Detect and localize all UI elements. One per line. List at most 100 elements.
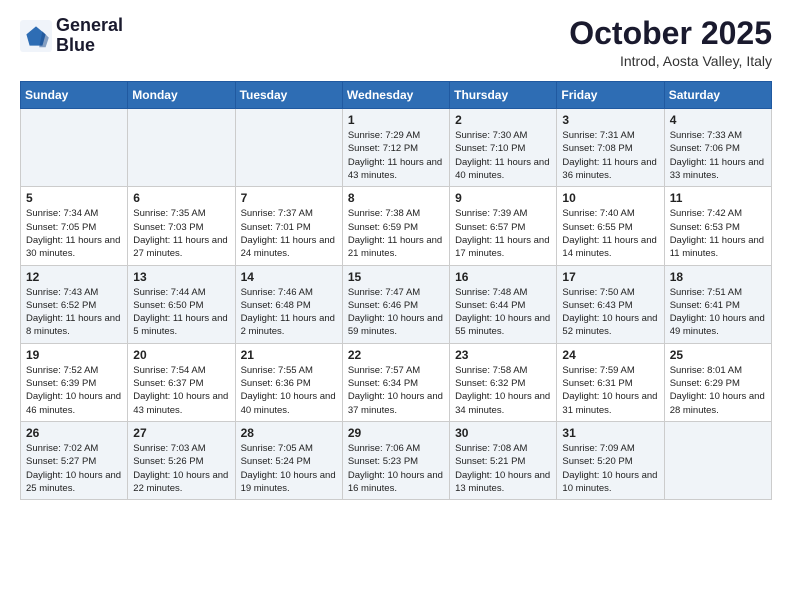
table-row: 25 Sunrise: 8:01 AM Sunset: 6:29 PM Dayli… (664, 343, 771, 421)
table-row (128, 109, 235, 187)
title-block: October 2025 Introd, Aosta Valley, Italy (569, 16, 772, 69)
day-number: 10 (562, 191, 658, 205)
calendar-week-row: 1Sunrise: 7:29 AM Sunset: 7:12 PM Daylig… (21, 109, 772, 187)
day-number: 4 (670, 113, 766, 127)
col-friday: Friday (557, 82, 664, 109)
day-info: Sunrise: 7:34 AM Sunset: 7:05 PM Dayligh… (26, 207, 122, 260)
day-number: 7 (241, 191, 337, 205)
day-info: Sunrise: 8:01 AM Sunset: 6:29 PM Dayligh… (670, 364, 766, 417)
table-row: 15Sunrise: 7:47 AM Sunset: 6:46 PM Dayli… (342, 265, 449, 343)
col-monday: Monday (128, 82, 235, 109)
table-row (235, 109, 342, 187)
day-number: 26 (26, 426, 122, 440)
day-number: 28 (241, 426, 337, 440)
table-row: 21 Sunrise: 7:55 AM Sunset: 6:36 PM Dayli… (235, 343, 342, 421)
day-number: 21 (241, 348, 337, 362)
day-info: Sunrise: 7:35 AM Sunset: 7:03 PM Dayligh… (133, 207, 229, 260)
day-number: 13 (133, 270, 229, 284)
table-row: 23 Sunrise: 7:58 AM Sunset: 6:32 PM Dayli… (450, 343, 557, 421)
day-info: Sunrise: 7:05 AM Sunset: 5:24 PM Dayligh… (241, 442, 337, 495)
table-row: 24Sunrise: 7:59 AM Sunset: 6:31 PM Dayli… (557, 343, 664, 421)
table-row: 30Sunrise: 7:08 AM Sunset: 5:21 PM Dayli… (450, 421, 557, 499)
day-number: 8 (348, 191, 444, 205)
logo-line1: General (56, 16, 123, 36)
day-number: 3 (562, 113, 658, 127)
day-info: Sunrise: 7:52 AM Sunset: 6:39 PM Dayligh… (26, 364, 122, 417)
day-number: 29 (348, 426, 444, 440)
day-info: Sunrise: 7:47 AM Sunset: 6:46 PM Dayligh… (348, 286, 444, 339)
table-row: 11 Sunrise: 7:42 AM Sunset: 6:53 PM Dayli… (664, 187, 771, 265)
page: General Blue October 2025 Introd, Aosta … (0, 0, 792, 510)
col-wednesday: Wednesday (342, 82, 449, 109)
day-number: 5 (26, 191, 122, 205)
table-row: 26Sunrise: 7:02 AM Sunset: 5:27 PM Dayli… (21, 421, 128, 499)
table-row: 17 Sunrise: 7:50 AM Sunset: 6:43 PM Dayli… (557, 265, 664, 343)
day-info: Sunrise: 7:08 AM Sunset: 5:21 PM Dayligh… (455, 442, 551, 495)
table-row: 20 Sunrise: 7:54 AM Sunset: 6:37 PM Dayli… (128, 343, 235, 421)
day-number: 9 (455, 191, 551, 205)
month-title: October 2025 (569, 16, 772, 51)
calendar-week-row: 26Sunrise: 7:02 AM Sunset: 5:27 PM Dayli… (21, 421, 772, 499)
table-row (664, 421, 771, 499)
day-info: Sunrise: 7:46 AM Sunset: 6:48 PM Dayligh… (241, 286, 337, 339)
table-row: 5 Sunrise: 7:34 AM Sunset: 7:05 PM Daylig… (21, 187, 128, 265)
day-info: Sunrise: 7:37 AM Sunset: 7:01 PM Dayligh… (241, 207, 337, 260)
calendar-week-row: 19 Sunrise: 7:52 AM Sunset: 6:39 PM Dayli… (21, 343, 772, 421)
day-number: 23 (455, 348, 551, 362)
logo-icon (20, 20, 52, 52)
table-row: 3Sunrise: 7:31 AM Sunset: 7:08 PM Daylig… (557, 109, 664, 187)
day-info: Sunrise: 7:30 AM Sunset: 7:10 PM Dayligh… (455, 129, 551, 182)
col-saturday: Saturday (664, 82, 771, 109)
table-row (21, 109, 128, 187)
day-number: 14 (241, 270, 337, 284)
day-info: Sunrise: 7:54 AM Sunset: 6:37 PM Dayligh… (133, 364, 229, 417)
table-row: 7 Sunrise: 7:37 AM Sunset: 7:01 PM Daylig… (235, 187, 342, 265)
table-row: 18Sunrise: 7:51 AM Sunset: 6:41 PM Dayli… (664, 265, 771, 343)
table-row: 1Sunrise: 7:29 AM Sunset: 7:12 PM Daylig… (342, 109, 449, 187)
day-info: Sunrise: 7:55 AM Sunset: 6:36 PM Dayligh… (241, 364, 337, 417)
day-info: Sunrise: 7:09 AM Sunset: 5:20 PM Dayligh… (562, 442, 658, 495)
day-info: Sunrise: 7:06 AM Sunset: 5:23 PM Dayligh… (348, 442, 444, 495)
day-number: 17 (562, 270, 658, 284)
table-row: 31 Sunrise: 7:09 AM Sunset: 5:20 PM Dayli… (557, 421, 664, 499)
col-sunday: Sunday (21, 82, 128, 109)
day-info: Sunrise: 7:38 AM Sunset: 6:59 PM Dayligh… (348, 207, 444, 260)
logo-text: General Blue (56, 16, 123, 56)
day-info: Sunrise: 7:40 AM Sunset: 6:55 PM Dayligh… (562, 207, 658, 260)
day-info: Sunrise: 7:43 AM Sunset: 6:52 PM Dayligh… (26, 286, 122, 339)
table-row: 2 Sunrise: 7:30 AM Sunset: 7:10 PM Daylig… (450, 109, 557, 187)
logo: General Blue (20, 16, 123, 56)
day-number: 22 (348, 348, 444, 362)
table-row: 8 Sunrise: 7:38 AM Sunset: 6:59 PM Daylig… (342, 187, 449, 265)
table-row: 29 Sunrise: 7:06 AM Sunset: 5:23 PM Dayli… (342, 421, 449, 499)
day-info: Sunrise: 7:42 AM Sunset: 6:53 PM Dayligh… (670, 207, 766, 260)
table-row: 16Sunrise: 7:48 AM Sunset: 6:44 PM Dayli… (450, 265, 557, 343)
day-number: 19 (26, 348, 122, 362)
day-number: 11 (670, 191, 766, 205)
table-row: 12 Sunrise: 7:43 AM Sunset: 6:52 PM Dayli… (21, 265, 128, 343)
day-number: 6 (133, 191, 229, 205)
col-tuesday: Tuesday (235, 82, 342, 109)
day-number: 31 (562, 426, 658, 440)
table-row: 9Sunrise: 7:39 AM Sunset: 6:57 PM Daylig… (450, 187, 557, 265)
header: General Blue October 2025 Introd, Aosta … (20, 16, 772, 69)
day-info: Sunrise: 7:58 AM Sunset: 6:32 PM Dayligh… (455, 364, 551, 417)
day-number: 20 (133, 348, 229, 362)
table-row: 19 Sunrise: 7:52 AM Sunset: 6:39 PM Dayli… (21, 343, 128, 421)
table-row: 14 Sunrise: 7:46 AM Sunset: 6:48 PM Dayli… (235, 265, 342, 343)
day-number: 2 (455, 113, 551, 127)
day-info: Sunrise: 7:50 AM Sunset: 6:43 PM Dayligh… (562, 286, 658, 339)
day-info: Sunrise: 7:29 AM Sunset: 7:12 PM Dayligh… (348, 129, 444, 182)
table-row: 28 Sunrise: 7:05 AM Sunset: 5:24 PM Dayli… (235, 421, 342, 499)
day-number: 16 (455, 270, 551, 284)
calendar-header-row: Sunday Monday Tuesday Wednesday Thursday… (21, 82, 772, 109)
table-row: 13Sunrise: 7:44 AM Sunset: 6:50 PM Dayli… (128, 265, 235, 343)
day-info: Sunrise: 7:51 AM Sunset: 6:41 PM Dayligh… (670, 286, 766, 339)
table-row: 4 Sunrise: 7:33 AM Sunset: 7:06 PM Daylig… (664, 109, 771, 187)
day-info: Sunrise: 7:33 AM Sunset: 7:06 PM Dayligh… (670, 129, 766, 182)
table-row: 27Sunrise: 7:03 AM Sunset: 5:26 PM Dayli… (128, 421, 235, 499)
day-number: 27 (133, 426, 229, 440)
day-number: 12 (26, 270, 122, 284)
calendar-week-row: 5 Sunrise: 7:34 AM Sunset: 7:05 PM Daylig… (21, 187, 772, 265)
day-number: 25 (670, 348, 766, 362)
